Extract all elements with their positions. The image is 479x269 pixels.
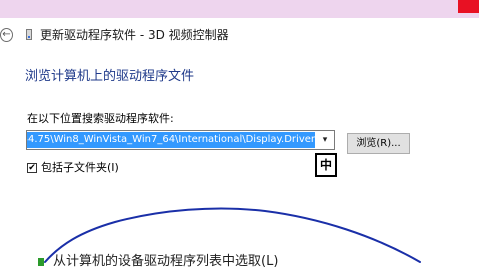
display-device-icon: [26, 29, 32, 40]
back-arrow-icon[interactable]: ←: [0, 28, 13, 42]
driver-path-input[interactable]: r\344.75\Win8_WinVista_Win7_64\Internati…: [27, 132, 315, 148]
green-arrow-icon: [38, 258, 44, 266]
window-title: 更新驱动程序软件 - 3D 视频控制器: [40, 28, 229, 42]
search-location-label: 在以下位置搜索驱动程序软件:: [27, 112, 174, 125]
close-icon[interactable]: [458, 0, 479, 13]
title-bar: [0, 0, 479, 18]
chevron-down-icon[interactable]: ▾: [317, 132, 333, 148]
ime-mode-indicator[interactable]: 中: [315, 153, 337, 177]
driver-path-combobox[interactable]: r\344.75\Win8_WinVista_Win7_64\Internati…: [26, 130, 335, 150]
page-heading: 浏览计算机上的驱动程序文件: [25, 69, 195, 84]
browse-button[interactable]: 浏览(R)...: [347, 133, 410, 154]
pick-from-list-link[interactable]: 从计算机的设备驱动程序列表中选取(L): [53, 254, 278, 269]
include-subfolders-label: 包括子文件夹(I): [41, 161, 119, 174]
include-subfolders-checkbox[interactable]: ✔: [27, 163, 37, 173]
